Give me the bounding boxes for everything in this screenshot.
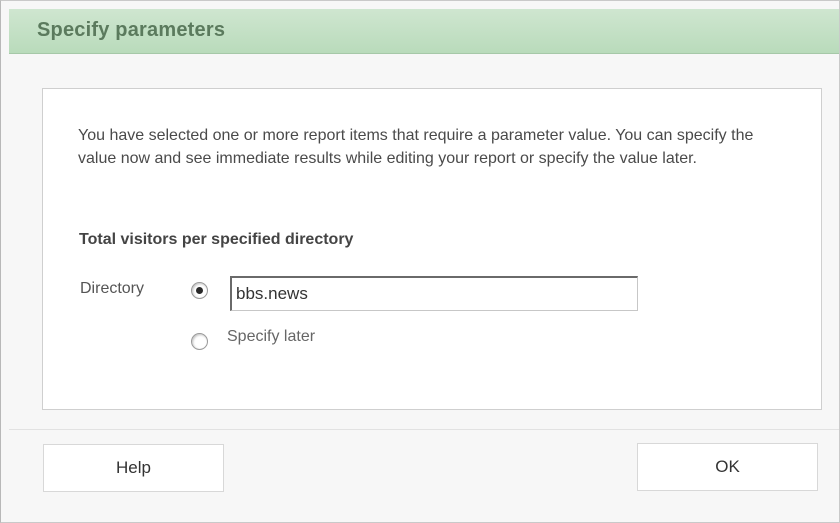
description-text: You have selected one or more report ite… [78, 127, 754, 167]
dialog-title-bar: Specify parameters [9, 9, 839, 54]
specify-now-radio[interactable] [191, 282, 208, 299]
specify-parameters-dialog: Specify parameters You have selected one… [0, 0, 840, 523]
help-button[interactable]: Help [43, 444, 224, 492]
specify-later-label[interactable]: Specify later [227, 328, 315, 346]
ok-button[interactable]: OK [637, 443, 818, 491]
parameter-heading: Total visitors per specified directory [79, 231, 354, 248]
footer-divider [9, 429, 839, 430]
directory-label: Directory [80, 280, 145, 297]
specify-later-radio[interactable] [191, 333, 208, 350]
dialog-title: Specify parameters [37, 19, 226, 41]
parameters-panel: You have selected one or more report ite… [42, 88, 822, 410]
directory-input[interactable] [230, 276, 638, 311]
